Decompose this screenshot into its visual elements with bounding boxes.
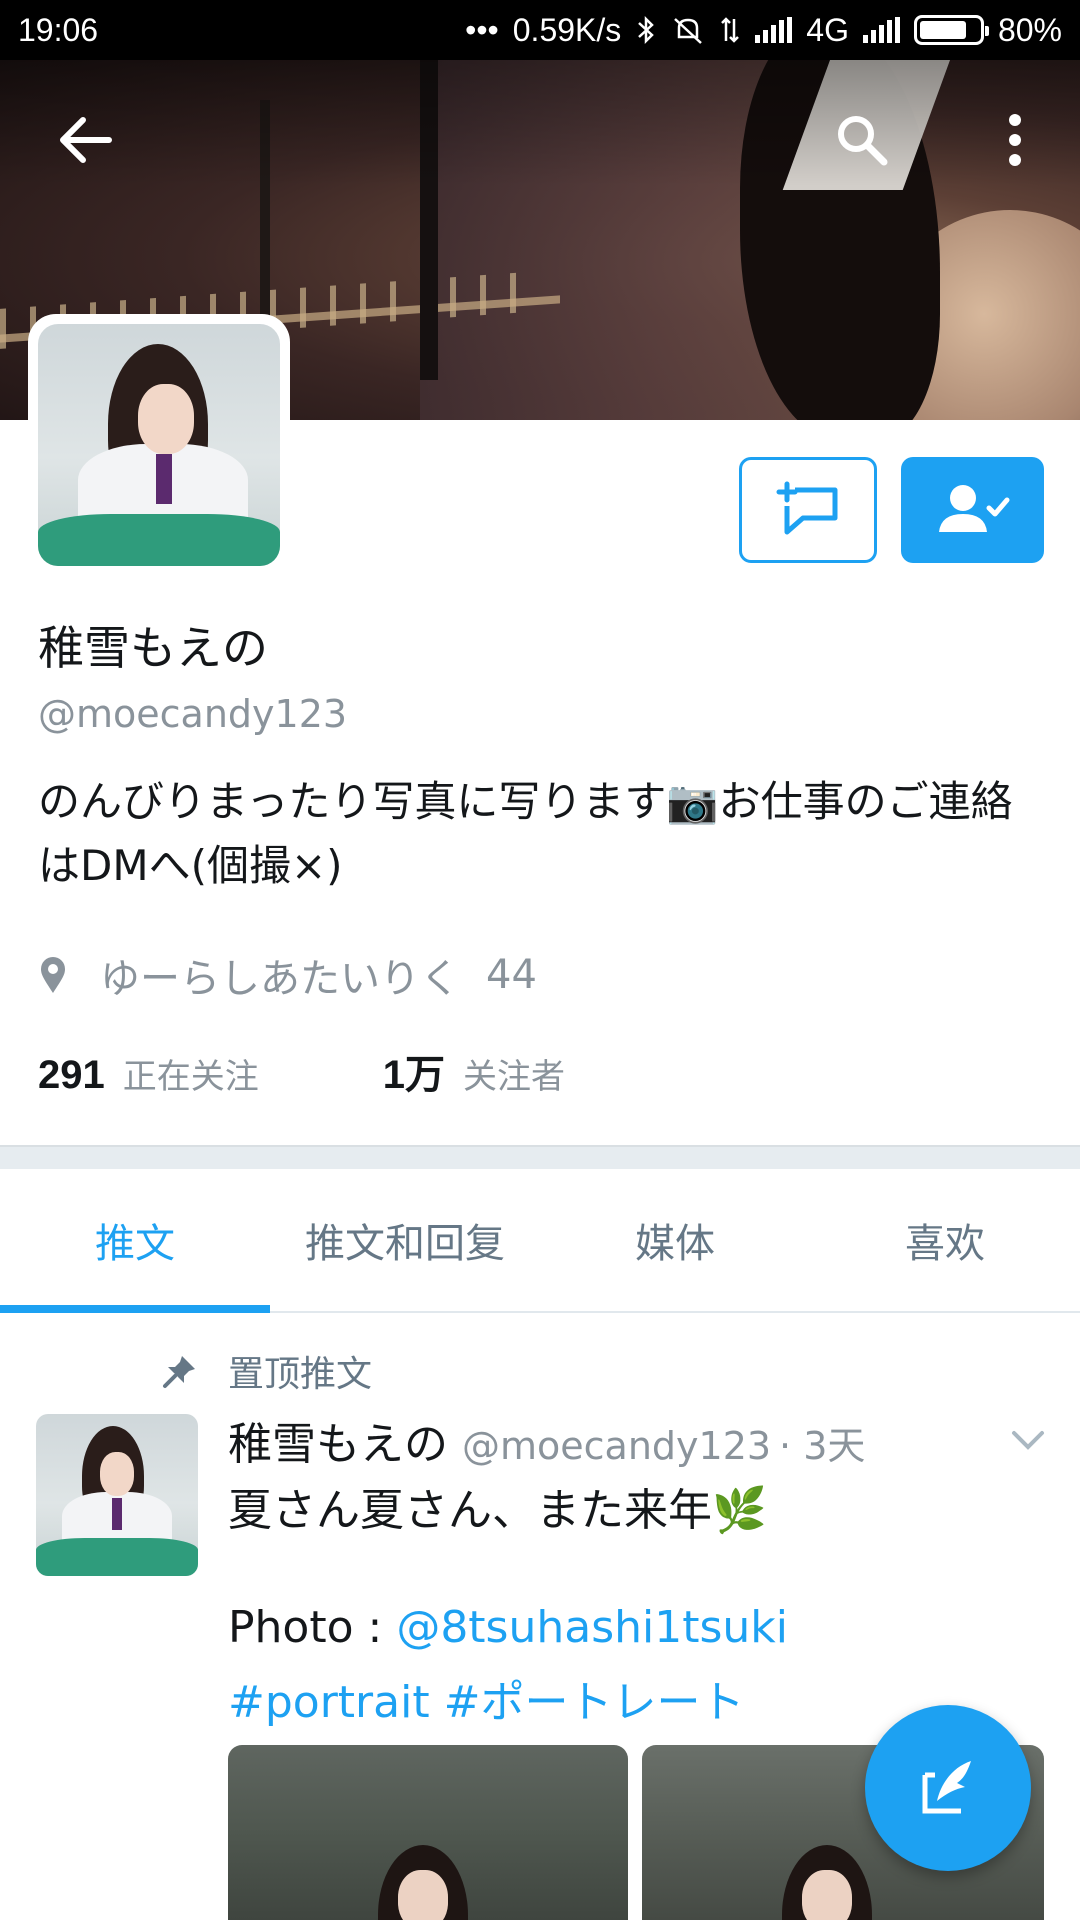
network-speed: 0.59K/s bbox=[512, 11, 622, 48]
bluetooth-icon bbox=[638, 15, 655, 45]
tab-tweets-and-replies[interactable]: 推文和回复 bbox=[270, 1169, 540, 1311]
followers-count: 1万 bbox=[382, 1053, 445, 1097]
hashtag-portrait-jp[interactable]: #ポートレート bbox=[444, 1677, 745, 1728]
back-button[interactable] bbox=[45, 100, 125, 180]
more-options-button[interactable] bbox=[975, 100, 1055, 180]
tweet-hashtags: #portrait #ポートレート bbox=[228, 1666, 758, 1730]
tweet-photo-credit: Photo : @8tsuhashi1tsuki bbox=[228, 1602, 788, 1653]
following-button[interactable] bbox=[901, 457, 1044, 563]
more-vertical-icon bbox=[1009, 114, 1021, 166]
pin-icon bbox=[163, 1356, 195, 1388]
profile-location: ゆーらしあたいりく 44 bbox=[38, 946, 537, 1004]
direct-message-button[interactable] bbox=[739, 457, 877, 563]
tweet-author-avatar[interactable] bbox=[36, 1414, 198, 1576]
data-transfer-icon bbox=[721, 17, 740, 43]
followers-stat[interactable]: 1万 关注者 bbox=[383, 1042, 565, 1100]
status-bar: 19:06 ••• 0.59K/s 4G 80% bbox=[0, 0, 1080, 60]
pinned-tweet-label: 置顶推文 bbox=[150, 1345, 372, 1397]
pinned-text: 置顶推文 bbox=[228, 1354, 373, 1395]
battery-icon bbox=[913, 15, 989, 45]
avatar-image bbox=[38, 324, 280, 566]
location-extra: 44 bbox=[486, 952, 537, 998]
section-divider bbox=[0, 1145, 1080, 1169]
tweet-author-name[interactable]: 稚雪もえの bbox=[228, 1408, 448, 1472]
arrow-left-icon bbox=[60, 117, 112, 163]
tweet-header: 稚雪もえの @moecandy123 · 3天 bbox=[228, 1408, 865, 1472]
following-label: 正在关注 bbox=[122, 1057, 259, 1097]
signal-strength-icon-2 bbox=[862, 17, 900, 43]
profile-handle: @moecandy123 bbox=[38, 692, 348, 736]
message-plus-icon bbox=[776, 481, 838, 535]
search-button[interactable] bbox=[822, 100, 902, 180]
profile-stats: 291 正在关注 1万 关注者 bbox=[38, 1042, 565, 1100]
network-type: 4G bbox=[806, 11, 849, 48]
status-indicators: ••• 0.59K/s 4G 80% bbox=[465, 12, 1062, 49]
tab-media[interactable]: 媒体 bbox=[540, 1169, 810, 1311]
compose-tweet-button[interactable] bbox=[865, 1705, 1031, 1871]
following-stat[interactable]: 291 正在关注 bbox=[38, 1049, 259, 1098]
location-pin-icon bbox=[41, 957, 65, 993]
chevron-down-icon bbox=[1012, 1431, 1044, 1450]
tab-tweets[interactable]: 推文 bbox=[0, 1169, 270, 1313]
profile-avatar[interactable] bbox=[28, 314, 290, 576]
search-icon bbox=[838, 116, 888, 166]
followers-label: 关注者 bbox=[463, 1057, 565, 1097]
following-count: 291 bbox=[38, 1053, 105, 1097]
user-following-icon bbox=[938, 485, 1009, 532]
photo-credit-mention[interactable]: @8tsuhashi1tsuki bbox=[396, 1602, 788, 1653]
location-text: ゆーらしあたいりく bbox=[100, 956, 460, 1002]
tweet-author-handle[interactable]: @moecandy123 bbox=[462, 1424, 771, 1468]
battery-percent: 80% bbox=[997, 11, 1062, 48]
status-more-dots: ••• bbox=[465, 11, 499, 48]
profile-display-name: 稚雪もえの bbox=[38, 621, 268, 675]
profile-bio: のんびりまったり写真に写ります📷お仕事のご連絡はDMへ(個撮×) bbox=[38, 777, 1013, 890]
tweet-timestamp: · 3天 bbox=[779, 1424, 866, 1468]
hashtag-portrait[interactable]: #portrait bbox=[228, 1677, 430, 1728]
photo-prefix: Photo : bbox=[228, 1602, 397, 1653]
tab-likes[interactable]: 喜欢 bbox=[810, 1169, 1080, 1311]
tweet-media-1[interactable] bbox=[228, 1745, 628, 1920]
profile-tabs: 推文 推文和回复 媒体 喜欢 bbox=[0, 1169, 1080, 1313]
signal-strength-icon bbox=[755, 17, 793, 43]
compose-quill-icon bbox=[922, 1761, 971, 1814]
mute-icon bbox=[674, 18, 703, 44]
tweet-text: 夏さん夏さん、また来年🌿 bbox=[228, 1485, 767, 1536]
status-time: 19:06 bbox=[18, 11, 99, 48]
tweet-options-button[interactable] bbox=[1008, 1420, 1048, 1460]
